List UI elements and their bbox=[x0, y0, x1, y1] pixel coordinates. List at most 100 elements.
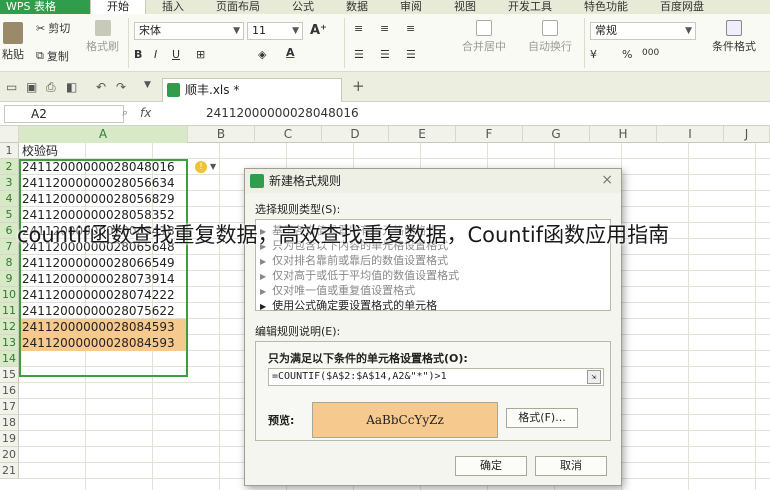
cell-a4[interactable]: 24112000000028056829 bbox=[20, 191, 188, 207]
align-top-button[interactable]: ≡ bbox=[354, 22, 363, 35]
column-header-e[interactable]: E bbox=[389, 126, 456, 143]
warning-icon[interactable]: ! bbox=[195, 161, 207, 173]
font-name-select[interactable]: 宋体 ▼ bbox=[134, 22, 244, 40]
save-icon[interactable]: ▣ bbox=[26, 80, 37, 94]
copy-button[interactable]: ⧉ 复制 bbox=[36, 48, 69, 64]
cell-a3[interactable]: 24112000000028056634 bbox=[20, 175, 188, 191]
font-size-select[interactable]: 11 ▼ bbox=[247, 22, 303, 40]
tab-formulas[interactable]: 公式 bbox=[276, 0, 330, 14]
tab-special[interactable]: 特色功能 bbox=[568, 0, 644, 14]
align-center-button[interactable]: ☰ bbox=[380, 48, 390, 61]
tab-review[interactable]: 审阅 bbox=[384, 0, 438, 14]
row-header[interactable]: 16 bbox=[0, 383, 19, 399]
wrap-text-button[interactable]: 自动换行 bbox=[528, 20, 572, 54]
row-header[interactable]: 4 bbox=[0, 191, 19, 207]
rule-item[interactable]: ▶ 仅对排名靠前或靠后的数值设置格式 bbox=[260, 252, 448, 268]
tab-baidu-disk[interactable]: 百度网盘 bbox=[644, 0, 720, 14]
cell-a10[interactable]: 24112000000028074222 bbox=[20, 287, 188, 303]
column-header-d[interactable]: D bbox=[322, 126, 389, 143]
row-header[interactable]: 11 bbox=[0, 303, 19, 319]
font-color-button[interactable]: A bbox=[286, 46, 295, 59]
cell-a5[interactable]: 24112000000028058352 bbox=[20, 207, 188, 223]
underline-button[interactable]: U bbox=[172, 48, 180, 61]
cancel-button[interactable]: 取消 bbox=[535, 456, 607, 476]
column-header-f[interactable]: F bbox=[456, 126, 523, 143]
redo-icon[interactable]: ↷ bbox=[116, 80, 126, 94]
select-all-corner[interactable] bbox=[0, 126, 19, 143]
row-header[interactable]: 10 bbox=[0, 287, 19, 303]
paste-button[interactable]: 粘贴 bbox=[2, 22, 24, 62]
percent-button[interactable]: % bbox=[622, 48, 632, 61]
align-right-button[interactable]: ☰ bbox=[406, 48, 416, 61]
column-header-c[interactable]: C bbox=[255, 126, 322, 143]
cell-a9[interactable]: 24112000000028073914 bbox=[20, 271, 188, 287]
column-header-g[interactable]: G bbox=[523, 126, 590, 143]
close-icon[interactable]: × bbox=[601, 172, 613, 188]
row-header[interactable]: 21 bbox=[0, 463, 19, 479]
row-header[interactable]: 17 bbox=[0, 399, 19, 415]
ok-button[interactable]: 确定 bbox=[455, 456, 527, 476]
row-header[interactable]: 12 bbox=[0, 319, 19, 335]
row-header[interactable]: 20 bbox=[0, 447, 19, 463]
fill-color-button[interactable]: ◈ bbox=[258, 48, 266, 61]
column-header-a[interactable]: A bbox=[19, 126, 188, 143]
row-header[interactable]: 15 bbox=[0, 367, 19, 383]
row-header[interactable]: 18 bbox=[0, 415, 19, 431]
cell-a13-duplicate[interactable]: 24112000000028084593 bbox=[20, 335, 188, 351]
format-button[interactable]: 格式(F)... bbox=[506, 408, 578, 428]
print-icon[interactable]: ⎙ bbox=[46, 80, 56, 95]
row-header[interactable]: 2 bbox=[0, 159, 19, 175]
rule-item-formula-selected[interactable]: ▶ 使用公式确定要设置格式的单元格 bbox=[260, 297, 437, 313]
italic-button[interactable]: I bbox=[154, 48, 157, 61]
tab-developer[interactable]: 开发工具 bbox=[492, 0, 568, 14]
currency-button[interactable]: ¥ bbox=[590, 48, 597, 61]
cell-a8[interactable]: 24112000000028066549 bbox=[20, 255, 188, 271]
new-tab-button[interactable]: + bbox=[352, 77, 365, 95]
cell-a12-duplicate[interactable]: 24112000000028084593 bbox=[20, 319, 188, 335]
conditional-format-button[interactable]: 条件格式 bbox=[712, 20, 756, 54]
range-select-icon[interactable]: ⇲ bbox=[587, 370, 601, 384]
row-header[interactable]: 3 bbox=[0, 175, 19, 191]
chevron-down-icon[interactable]: ▼ bbox=[144, 80, 151, 90]
print-preview-icon[interactable]: ◧ bbox=[66, 80, 77, 94]
column-header-j[interactable]: J bbox=[724, 126, 770, 143]
name-box[interactable]: A2 bbox=[4, 105, 124, 123]
row-header[interactable]: 1 bbox=[0, 143, 19, 159]
tab-view[interactable]: 视图 bbox=[438, 0, 492, 14]
tab-data[interactable]: 数据 bbox=[330, 0, 384, 14]
merge-center-button[interactable]: 合并居中 bbox=[462, 20, 506, 54]
column-header-b[interactable]: B bbox=[188, 126, 255, 143]
search-icon[interactable]: ⌕ bbox=[122, 106, 128, 120]
align-bottom-button[interactable]: ≡ bbox=[406, 22, 415, 35]
tab-insert[interactable]: 插入 bbox=[146, 0, 200, 14]
cell-a2[interactable]: 24112000000028048016 bbox=[20, 159, 188, 175]
row-header[interactable]: 8 bbox=[0, 255, 19, 271]
undo-icon[interactable]: ↶ bbox=[96, 80, 106, 94]
increase-font-button[interactable]: A⁺ bbox=[310, 23, 327, 38]
chevron-down-icon[interactable]: ▼ bbox=[210, 162, 216, 171]
cell-a11[interactable]: 24112000000028075622 bbox=[20, 303, 188, 319]
align-middle-button[interactable]: ≡ bbox=[380, 22, 389, 35]
bold-button[interactable]: B bbox=[134, 48, 142, 61]
format-painter-button[interactable]: 格式刷 bbox=[86, 20, 119, 54]
rule-item[interactable]: ▶ 仅对高于或低于平均值的数值设置格式 bbox=[260, 267, 459, 283]
row-header[interactable]: 9 bbox=[0, 271, 19, 287]
row-header[interactable]: 14 bbox=[0, 351, 19, 367]
dialog-title-bar[interactable]: 新建格式规则 bbox=[245, 169, 621, 193]
formula-input[interactable]: 24112000000028048016 bbox=[206, 106, 359, 120]
cell-a1[interactable]: 校验码 bbox=[20, 143, 188, 159]
align-left-button[interactable]: ☰ bbox=[354, 48, 364, 61]
tab-home[interactable]: 开始 bbox=[90, 0, 146, 14]
row-header[interactable]: 13 bbox=[0, 335, 19, 351]
document-tab[interactable]: 顺丰.xls * bbox=[162, 78, 342, 102]
row-header[interactable]: 19 bbox=[0, 431, 19, 447]
wps-app-button[interactable]: WPS 表格 bbox=[0, 0, 90, 14]
thousands-button[interactable]: 000 bbox=[642, 48, 659, 58]
new-file-icon[interactable]: ▭ bbox=[6, 80, 17, 94]
rule-item[interactable]: ▶ 仅对唯一值或重复值设置格式 bbox=[260, 282, 415, 298]
rule-formula-input[interactable]: =COUNTIF($A$2:$A$14,A2&"*")>1 ⇲ bbox=[268, 368, 604, 386]
fx-button[interactable]: fx bbox=[140, 106, 151, 120]
row-header[interactable]: 5 bbox=[0, 207, 19, 223]
cut-button[interactable]: ✂ 剪切 bbox=[36, 20, 70, 36]
column-header-i[interactable]: I bbox=[657, 126, 724, 143]
